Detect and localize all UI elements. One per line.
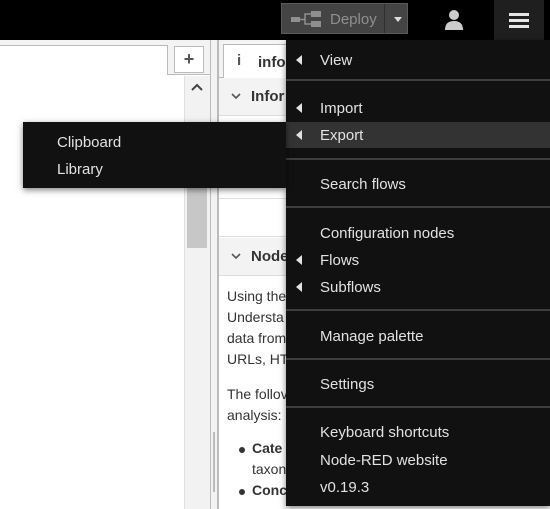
menu-item-search-flows[interactable]: Search flows — [286, 171, 550, 197]
help-list-item: Cate — [252, 440, 283, 456]
caret-left-icon — [296, 103, 302, 113]
menu-divider — [286, 358, 550, 360]
menu-divider — [286, 206, 550, 208]
menu-item-label: Keyboard shortcuts — [320, 424, 450, 441]
sidebar-splitter[interactable] — [210, 40, 218, 509]
tab-info-label: info — [258, 54, 286, 71]
menu-item-import[interactable]: Import — [286, 95, 550, 121]
export-submenu: Clipboard Library — [23, 122, 286, 188]
bullet-icon — [239, 489, 245, 495]
help-text-line: Using the — [227, 288, 287, 304]
workspace-tab[interactable] — [0, 45, 168, 75]
deploy-flow-icon — [291, 11, 321, 27]
user-icon — [445, 10, 463, 30]
menu-item-configuration-nodes[interactable]: Configuration nodes — [286, 220, 550, 246]
menu-divider — [286, 79, 550, 81]
menu-item-flows[interactable]: Flows — [286, 247, 550, 273]
menu-item-label: Configuration nodes — [320, 225, 455, 242]
add-flow-button[interactable]: + — [174, 46, 204, 73]
chevron-up-icon[interactable] — [190, 82, 204, 92]
workspace: + — [0, 40, 212, 509]
menu-item-label: View — [320, 52, 353, 69]
caret-left-icon — [296, 130, 302, 140]
chevron-down-icon — [231, 93, 241, 100]
info-icon: i — [237, 52, 242, 69]
menu-item-label: Manage palette — [320, 328, 424, 345]
workspace-tab-bar: + — [0, 40, 210, 75]
main-menu-button[interactable] — [494, 0, 544, 40]
menu-item-label: Settings — [320, 376, 375, 393]
bullet-icon — [239, 447, 245, 453]
user-menu-button[interactable] — [432, 0, 476, 40]
help-text-line: data from — [227, 330, 287, 346]
caret-left-icon — [296, 282, 302, 292]
menu-divider — [286, 309, 550, 311]
section-title-node-help: Node — [251, 248, 289, 265]
caret-left-icon — [296, 255, 302, 265]
menu-item-label: Export — [320, 127, 364, 144]
deploy-options-button[interactable] — [384, 4, 409, 33]
menu-item-manage-palette[interactable]: Manage palette — [286, 323, 550, 349]
menu-item-label: v0.19.3 — [320, 479, 370, 496]
caret-down-icon — [394, 17, 402, 22]
deploy-label: Deploy — [330, 11, 377, 28]
menu-item-subflows[interactable]: Subflows — [286, 274, 550, 300]
menu-item-view[interactable]: View — [286, 47, 550, 73]
submenu-item-clipboard[interactable]: Clipboard — [23, 129, 286, 155]
help-text-line: analysis: — [227, 407, 282, 423]
help-list-item-continuation: taxon — [252, 461, 287, 477]
menu-divider — [286, 158, 550, 160]
help-list-item: Conc — [252, 482, 287, 498]
header-bar: Deploy — [0, 0, 550, 40]
menu-item-keyboard-shortcuts[interactable]: Keyboard shortcuts — [286, 419, 550, 445]
submenu-item-library[interactable]: Library — [23, 156, 286, 182]
caret-left-icon — [296, 55, 302, 65]
menu-divider — [286, 406, 550, 408]
help-text-line: URLs, HT — [227, 351, 289, 367]
submenu-item-label: Library — [57, 161, 103, 178]
submenu-item-label: Clipboard — [57, 134, 122, 151]
menu-item-label: Import — [320, 100, 363, 117]
menu-item-label: Subflows — [320, 279, 381, 296]
menu-item-label: Flows — [320, 252, 360, 269]
menu-item-version[interactable]: v0.19.3 — [286, 474, 550, 500]
menu-item-label: Node-RED website — [320, 452, 448, 469]
main-menu-dropdown: View Import Export Search flows Configur… — [286, 40, 550, 506]
menu-item-label: Search flows — [320, 176, 406, 193]
menu-item-export[interactable]: Export — [286, 122, 550, 148]
section-title-information: Infor — [251, 88, 285, 105]
help-text-line: The follov — [227, 386, 288, 402]
deploy-button[interactable]: Deploy — [281, 3, 408, 34]
node-red-editor: Deploy + i info Infor Node Using the Und… — [0, 0, 550, 509]
menu-item-settings[interactable]: Settings — [286, 371, 550, 397]
splitter-grip — [213, 432, 215, 492]
help-text-line: Understa — [227, 309, 284, 325]
menu-item-node-red-website[interactable]: Node-RED website — [286, 447, 550, 473]
chevron-down-icon — [231, 253, 241, 260]
